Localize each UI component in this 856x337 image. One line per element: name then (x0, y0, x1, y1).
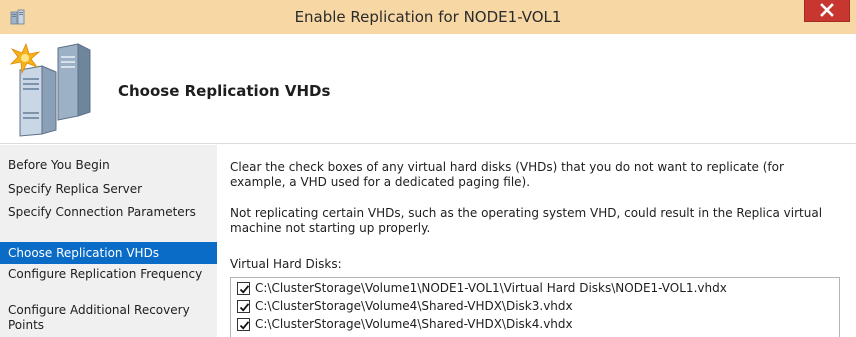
vhd-checkbox[interactable] (237, 282, 250, 295)
wizard-content: Clear the check boxes of any virtual har… (218, 145, 856, 337)
vhd-checkbox[interactable] (237, 300, 250, 313)
checkmark-icon (239, 321, 250, 330)
close-icon (820, 3, 834, 17)
nav-item-specify-replica-server[interactable]: Specify Replica Server (0, 182, 217, 197)
checkmark-icon (239, 285, 250, 294)
close-button[interactable] (804, 0, 850, 22)
vhd-checkbox[interactable] (237, 318, 250, 331)
checkmark-icon (239, 303, 250, 312)
vhd-path: C:\ClusterStorage\Volume4\Shared-VHDX\Di… (255, 317, 573, 331)
nav-item-specify-connection-parameters[interactable]: Specify Connection Parameters (0, 205, 217, 220)
vhd-list-label: Virtual Hard Disks: (230, 257, 342, 271)
page-title: Choose Replication VHDs (118, 82, 331, 100)
nav-item-configure-additional-recovery-points[interactable]: Configure Additional Recovery Points (0, 303, 217, 333)
vhd-path: C:\ClusterStorage\Volume1\NODE1-VOL1\Vir… (255, 281, 727, 295)
title-bar: Enable Replication for NODE1-VOL1 (0, 0, 856, 34)
warning-text: Not replicating certain VHDs, such as th… (230, 206, 823, 235)
window-title: Enable Replication for NODE1-VOL1 (294, 8, 562, 26)
intro-text: Clear the check boxes of any virtual har… (230, 160, 784, 189)
nav-item-choose-replication-vhds[interactable]: Choose Replication VHDs (0, 242, 217, 264)
vhd-path: C:\ClusterStorage\Volume4\Shared-VHDX\Di… (255, 299, 573, 313)
wizard-steps-nav: Before You Begin Specify Replica Server … (0, 145, 217, 337)
replication-wizard-icon (8, 42, 104, 138)
nav-item-configure-replication-frequency[interactable]: Configure Replication Frequency (0, 267, 217, 282)
wizard-header: Choose Replication VHDs (0, 34, 856, 144)
nav-item-before-you-begin[interactable]: Before You Begin (0, 158, 217, 173)
vhd-list[interactable]: C:\ClusterStorage\Volume1\NODE1-VOL1\Vir… (230, 277, 840, 337)
